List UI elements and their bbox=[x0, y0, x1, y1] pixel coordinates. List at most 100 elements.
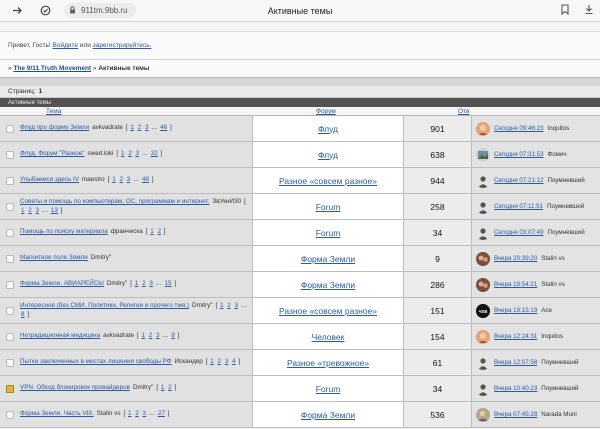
topic-page-link[interactable]: 8 bbox=[21, 311, 25, 318]
last-post-link[interactable]: Сегодня 03:07:49 bbox=[494, 229, 544, 236]
avatar[interactable] bbox=[476, 199, 490, 214]
topic-page-link[interactable]: 2 bbox=[158, 228, 162, 235]
topic-title-link[interactable]: Форма Земли. АВИАРЕЙСЫ bbox=[20, 280, 104, 287]
topic-page-link[interactable]: 1 bbox=[141, 332, 145, 339]
breadcrumb-forum-link[interactable]: The 9/11 Truth Movement bbox=[13, 65, 91, 72]
topic-page-link[interactable]: 1 bbox=[130, 124, 134, 131]
topic-title-link[interactable]: Нетрадиционная медицина bbox=[20, 332, 100, 339]
bookmark-icon[interactable] bbox=[560, 3, 570, 18]
topic-page-link[interactable]: 1 bbox=[121, 150, 125, 157]
topic-page-link[interactable]: 48 bbox=[142, 176, 149, 183]
topic-page-link[interactable]: 1 bbox=[161, 384, 165, 391]
forum-link[interactable]: Разное «тревожное» bbox=[287, 358, 369, 368]
topic-title-link[interactable]: Помощь по поиску материала bbox=[20, 228, 108, 235]
column-topic[interactable]: Тема bbox=[46, 108, 61, 115]
forum-link[interactable]: Флуд bbox=[318, 124, 338, 134]
forward-arrow-icon[interactable] bbox=[10, 4, 24, 18]
topic-page-link[interactable]: 8 bbox=[171, 332, 175, 339]
topic-page-link[interactable]: 3 bbox=[36, 207, 40, 214]
last-post-link[interactable]: Сегодня 07:31:53 bbox=[494, 151, 544, 158]
avatar[interactable] bbox=[476, 173, 490, 188]
topic-page-link[interactable]: 4 bbox=[232, 358, 236, 365]
forum-link[interactable]: Forum bbox=[316, 384, 341, 394]
forum-link[interactable]: Разное «совсем разное» bbox=[279, 176, 377, 186]
forum-link[interactable]: Флуд bbox=[318, 150, 338, 160]
address-bar[interactable]: 911tm.9bb.ru bbox=[64, 3, 136, 18]
topic-page-link[interactable]: 1 bbox=[220, 302, 224, 309]
topic-page-link[interactable]: 3 bbox=[143, 410, 147, 417]
topic-title-link[interactable]: Форма Земли. Часть VIII. bbox=[20, 410, 94, 417]
topic-page-link[interactable]: 2 bbox=[168, 384, 172, 391]
topic-page-link[interactable]: 3 bbox=[145, 124, 149, 131]
avatar[interactable] bbox=[476, 147, 490, 162]
last-post-link[interactable]: Вчера 12:07:58 bbox=[494, 359, 537, 366]
topic-page-link[interactable]: 3 bbox=[135, 150, 139, 157]
topic-page-link[interactable]: 3 bbox=[225, 358, 229, 365]
topic-page-link[interactable]: 27 bbox=[158, 410, 165, 417]
topic-page-link[interactable]: 13 bbox=[51, 207, 58, 214]
topic-page-link[interactable]: 1 bbox=[135, 280, 139, 287]
last-post-link[interactable]: Вчера 10:40:23 bbox=[494, 385, 537, 392]
topic-title-link[interactable]: Флуд. Форум "Разное" bbox=[20, 150, 85, 157]
last-post-link[interactable]: Вчера 19:54:21 bbox=[494, 281, 537, 288]
register-link[interactable]: зарегистрируйтесь. bbox=[93, 42, 152, 49]
topic-title-link[interactable]: Улыбаемся здесь IV bbox=[20, 176, 79, 183]
topic-page-link[interactable]: 46 bbox=[160, 124, 167, 131]
topic-page-link[interactable]: 2 bbox=[119, 176, 123, 183]
topic-page-link[interactable]: 15 bbox=[165, 280, 172, 287]
last-post-link[interactable]: Сегодня 07:11:51 bbox=[494, 203, 543, 210]
topic-title-link[interactable]: Советы и помощь по компьютерам, ОС, прог… bbox=[20, 198, 209, 205]
avatar[interactable] bbox=[476, 251, 490, 266]
topic-page-link[interactable]: 32 bbox=[151, 150, 158, 157]
last-post-link[interactable]: Сегодня 07:21:12 bbox=[494, 177, 544, 184]
last-post-link[interactable]: Сегодня 09:46:23 bbox=[494, 125, 544, 132]
topic-page-link[interactable]: 3 bbox=[149, 280, 153, 287]
topic-page-link[interactable]: 1 bbox=[112, 176, 116, 183]
topic-page-link[interactable]: 3 bbox=[156, 332, 160, 339]
forum-link[interactable]: Форма Земли bbox=[301, 254, 355, 264]
download-icon[interactable] bbox=[584, 4, 594, 18]
avatar[interactable]: ЧХВ bbox=[476, 303, 490, 318]
last-post-link[interactable]: Вчера 19:15:19 bbox=[494, 307, 537, 314]
login-link[interactable]: Войдите bbox=[53, 42, 79, 49]
topic-page-link[interactable]: 2 bbox=[28, 207, 32, 214]
topic-title-link[interactable]: Интересное (без СМИ, Политики, Религии и… bbox=[20, 302, 189, 309]
column-replies[interactable]: Отв bbox=[458, 108, 470, 115]
topic-page-link[interactable]: 2 bbox=[149, 332, 153, 339]
avatar[interactable] bbox=[476, 225, 490, 240]
column-forum[interactable]: Форум bbox=[316, 108, 336, 115]
last-post-link[interactable]: Вчера 12:24:31 bbox=[494, 333, 537, 340]
shield-icon[interactable] bbox=[38, 4, 52, 18]
avatar[interactable] bbox=[476, 329, 490, 344]
forum-link[interactable]: Forum bbox=[316, 228, 341, 238]
topic-page-link[interactable]: 1 bbox=[210, 358, 214, 365]
topic-title-link[interactable]: VPN. Обход блокировок провайдеров bbox=[20, 384, 130, 391]
last-post-link[interactable]: Вчера 07:45:28 bbox=[494, 411, 537, 418]
topic-page-link[interactable]: 2 bbox=[135, 410, 139, 417]
topic-page-link[interactable]: 1 bbox=[128, 410, 132, 417]
last-post-link[interactable]: Вчера 20:39:20 bbox=[494, 255, 537, 262]
topic-page-link[interactable]: 1 bbox=[21, 207, 25, 214]
topic-page-link[interactable]: 3 bbox=[127, 176, 131, 183]
topic-title-link[interactable]: Пытки заключенных в местах лишения свобо… bbox=[20, 358, 172, 365]
avatar[interactable] bbox=[476, 355, 490, 370]
forum-link[interactable]: Форма Земли bbox=[301, 280, 355, 290]
topic-page-link[interactable]: 2 bbox=[218, 358, 222, 365]
topic-page-link[interactable]: 2 bbox=[227, 302, 231, 309]
avatar[interactable] bbox=[476, 381, 490, 396]
topic-page-link[interactable]: 1 bbox=[150, 228, 154, 235]
forum-link[interactable]: Forum bbox=[316, 202, 341, 212]
avatar[interactable] bbox=[476, 121, 490, 136]
avatar[interactable] bbox=[476, 277, 490, 292]
topic-page-link[interactable]: 2 bbox=[142, 280, 146, 287]
topic-title-link[interactable]: Флуд про форму Земли bbox=[20, 124, 89, 131]
topic-title-link[interactable]: Магнитное поле Земли bbox=[20, 254, 88, 261]
last-post-cell: Вчера 20:39:20 Stalin vs bbox=[471, 246, 600, 271]
topic-page-link[interactable]: 3 bbox=[234, 302, 238, 309]
avatar[interactable] bbox=[476, 407, 490, 422]
topic-page-link[interactable]: 2 bbox=[138, 124, 142, 131]
forum-link[interactable]: Разное «совсем разное» bbox=[279, 306, 377, 316]
topic-page-link[interactable]: 2 bbox=[128, 150, 132, 157]
forum-link[interactable]: Человек bbox=[312, 332, 345, 342]
forum-link[interactable]: Форма Земли bbox=[301, 410, 355, 420]
